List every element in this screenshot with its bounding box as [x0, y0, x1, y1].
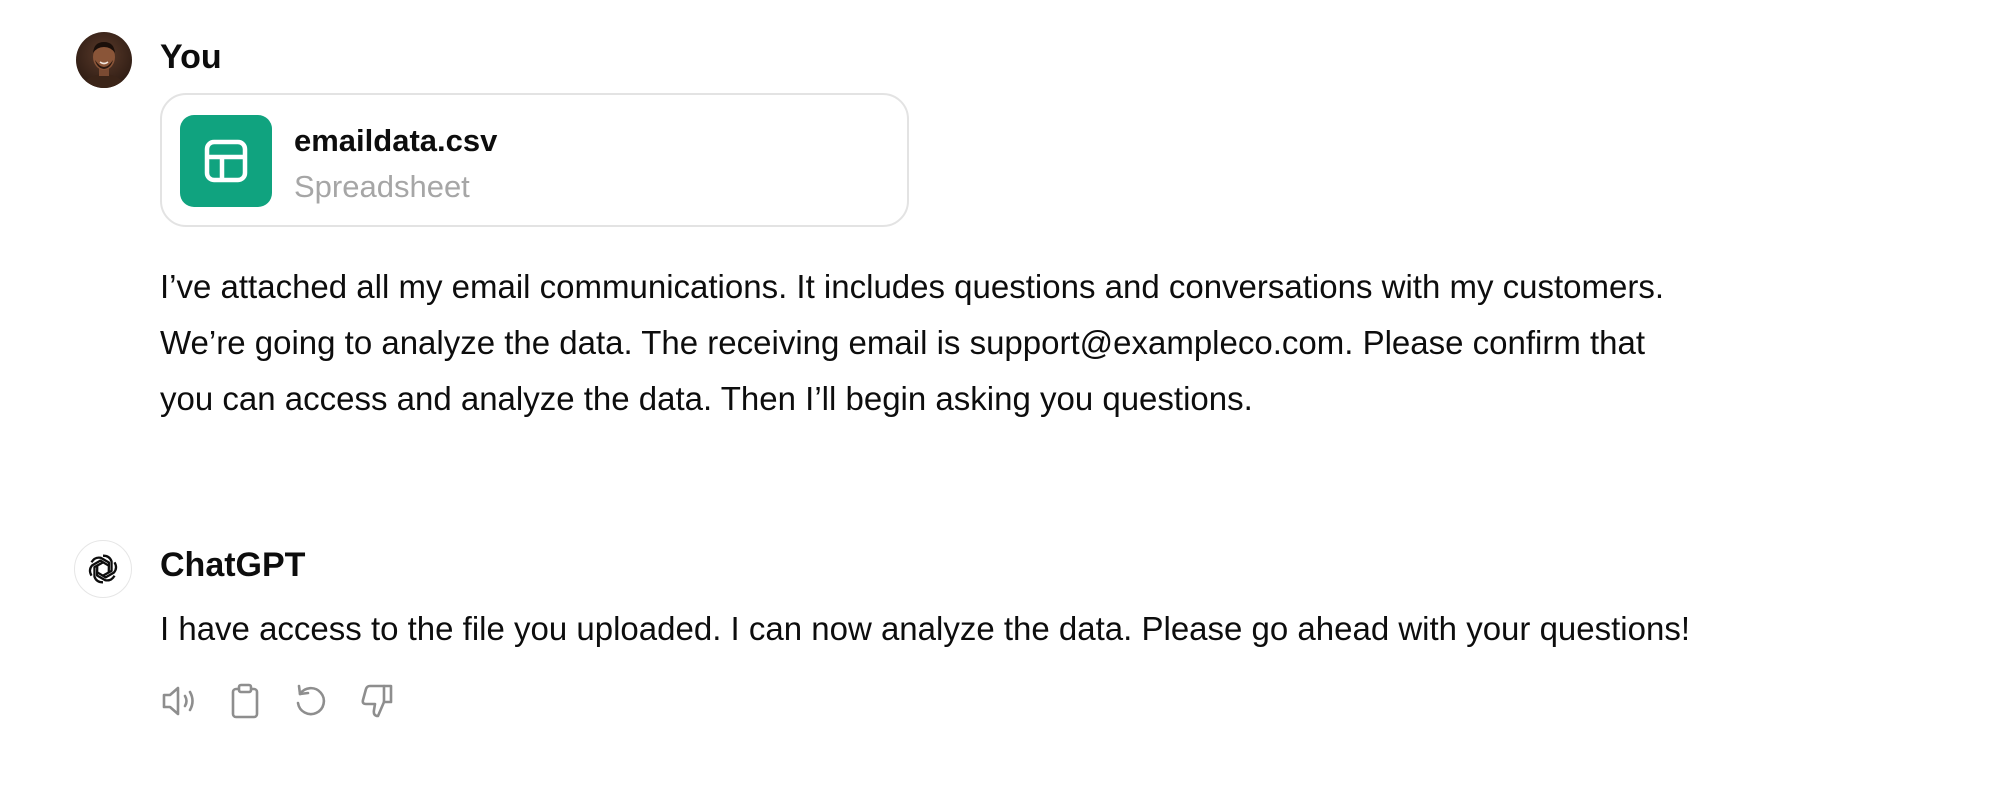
message-actions: [158, 680, 398, 722]
file-type-label: Spreadsheet: [294, 169, 470, 204]
regenerate-icon[interactable]: [290, 680, 332, 722]
user-message-line: We’re going to analyze the data. The rec…: [160, 324, 1646, 361]
user-message-line: I’ve attached all my email communication…: [160, 268, 1664, 305]
user-message-line: you can access and analyze the data. The…: [160, 380, 1253, 417]
spreadsheet-icon: [180, 115, 272, 207]
copy-icon[interactable]: [224, 680, 266, 722]
user-author-name: You: [160, 38, 222, 76]
openai-logo-icon: [74, 540, 132, 598]
read-aloud-icon[interactable]: [158, 680, 200, 722]
assistant-message-text: I have access to the file you uploaded. …: [160, 610, 1691, 647]
file-name: emaildata.csv: [294, 123, 498, 158]
user-avatar[interactable]: [76, 32, 132, 88]
assistant-author-name: ChatGPT: [160, 546, 306, 584]
thumbs-down-icon[interactable]: [356, 680, 398, 722]
file-attachment-card[interactable]: emaildata.csv Spreadsheet: [160, 93, 909, 227]
